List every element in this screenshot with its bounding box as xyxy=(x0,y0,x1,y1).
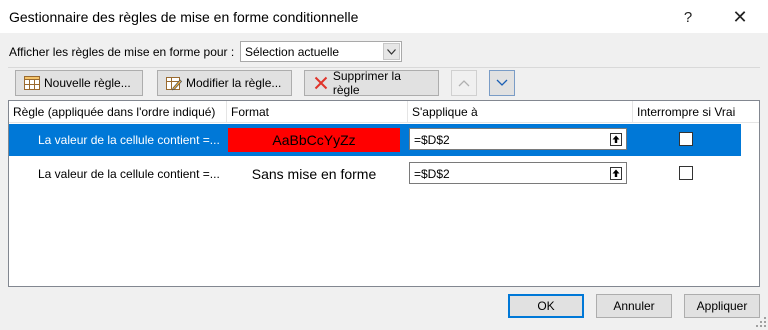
ok-button[interactable]: OK xyxy=(508,294,584,318)
help-button[interactable]: ? xyxy=(668,0,708,34)
new-rule-label: Nouvelle règle... xyxy=(44,76,131,90)
column-header-format[interactable]: Format xyxy=(227,101,408,123)
toolbar-divider xyxy=(8,67,760,68)
column-header-applies-to[interactable]: S'applique à xyxy=(408,101,633,123)
rule-name: La valeur de la cellule contient =... xyxy=(38,167,220,181)
delete-icon xyxy=(313,75,329,91)
close-button[interactable]: ✕ xyxy=(720,0,760,34)
applies-to-value: =$D$2 xyxy=(414,167,450,181)
applies-to-value: =$D$2 xyxy=(414,133,450,147)
applies-to-field[interactable]: =$D$2 xyxy=(409,162,627,184)
dialog-title: Gestionnaire des règles de mise en forme… xyxy=(9,9,359,25)
new-rule-icon xyxy=(24,75,40,91)
show-rules-row: Afficher les règles de mise en forme pou… xyxy=(9,42,244,62)
rule-name: La valeur de la cellule contient =... xyxy=(38,133,220,147)
edit-rule-label: Modifier la règle... xyxy=(186,76,282,90)
delete-rule-button[interactable]: Supprimer la règle xyxy=(304,69,439,97)
chevron-down-icon xyxy=(496,76,508,90)
title-bar: Gestionnaire des règles de mise en forme… xyxy=(0,0,768,34)
range-select-icon[interactable] xyxy=(607,164,625,182)
show-rules-label: Afficher les règles de mise en forme pou… xyxy=(9,45,235,59)
apply-button[interactable]: Appliquer xyxy=(684,294,760,318)
edit-rule-icon xyxy=(166,75,182,91)
column-header-rule[interactable]: Règle (appliquée dans l'ordre indiqué) xyxy=(9,101,227,123)
new-rule-button[interactable]: Nouvelle règle... xyxy=(15,70,143,96)
edit-rule-button[interactable]: Modifier la règle... xyxy=(157,70,292,96)
chevron-down-icon[interactable] xyxy=(383,43,400,60)
rules-list-header: Règle (appliquée dans l'ordre indiqué) F… xyxy=(9,101,759,123)
chevron-up-icon xyxy=(458,76,470,90)
rule-row[interactable]: La valeur de la cellule contient =... Sa… xyxy=(9,158,741,190)
delete-rule-label: Supprimer la règle xyxy=(332,69,401,97)
cancel-button[interactable]: Annuler xyxy=(596,294,672,318)
move-up-button[interactable] xyxy=(451,70,477,96)
column-header-stop-if-true[interactable]: Interrompre si Vrai xyxy=(633,101,759,123)
range-select-icon[interactable] xyxy=(607,130,625,148)
rule-row-selected[interactable]: La valeur de la cellule contient =... Aa… xyxy=(9,124,741,156)
resize-grip-icon[interactable] xyxy=(756,316,766,327)
format-preview: Sans mise en forme xyxy=(251,166,377,182)
show-rules-selected: Sélection actuelle xyxy=(245,45,340,59)
move-down-button[interactable] xyxy=(489,70,515,96)
format-preview: AaBbCcYyZz xyxy=(228,128,400,152)
show-rules-dropdown[interactable]: Sélection actuelle xyxy=(240,41,402,62)
rules-list[interactable]: Règle (appliquée dans l'ordre indiqué) F… xyxy=(8,100,760,287)
applies-to-field[interactable]: =$D$2 xyxy=(409,128,627,150)
stop-if-true-checkbox[interactable] xyxy=(679,166,693,180)
stop-if-true-checkbox[interactable] xyxy=(679,132,693,146)
